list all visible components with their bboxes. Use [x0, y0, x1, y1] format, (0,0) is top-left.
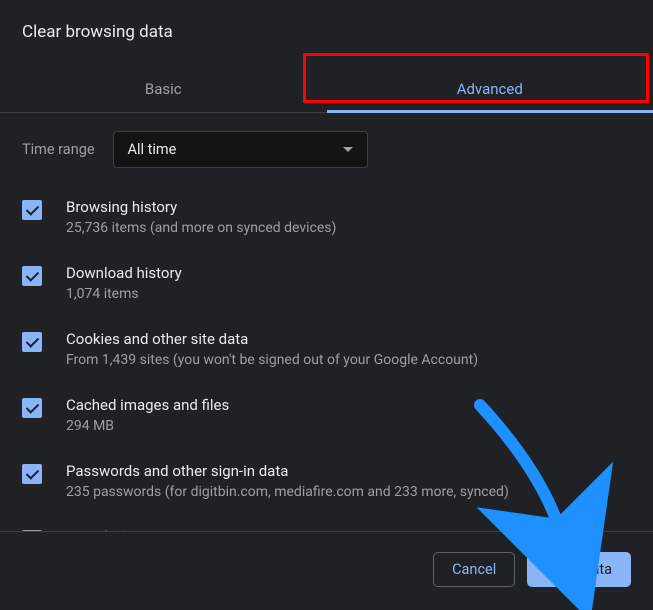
time-range-row: Time range All time [22, 131, 631, 188]
chevron-down-icon [343, 147, 353, 152]
item-title: Cached images and files [66, 396, 229, 414]
list-item: Cached images and files 294 MB [22, 396, 631, 434]
time-range-label: Time range [22, 141, 95, 158]
item-text: Download history 1,074 items [66, 264, 182, 302]
item-desc: 1,074 items [66, 286, 182, 302]
item-title: Cookies and other site data [66, 330, 478, 348]
item-title: Passwords and other sign-in data [66, 462, 509, 480]
list-item: Download history 1,074 items [22, 264, 631, 302]
items-list: Browsing history 25,736 items (and more o… [22, 198, 631, 560]
time-range-select[interactable]: All time [113, 131, 368, 168]
clear-data-button[interactable]: Clear data [527, 552, 631, 587]
item-text: Cookies and other site data From 1,439 si… [66, 330, 478, 368]
item-desc: 235 passwords (for digitbin.com, mediafi… [66, 484, 509, 500]
content: Time range All time Browsing history 25,7… [0, 113, 653, 560]
list-item: Cookies and other site data From 1,439 si… [22, 330, 631, 368]
checkbox[interactable] [22, 200, 42, 220]
item-title: Download history [66, 264, 182, 282]
dialog-title: Clear browsing data [0, 0, 653, 42]
time-range-value: All time [128, 141, 177, 158]
tab-advanced[interactable]: Advanced [327, 66, 653, 112]
item-text: Passwords and other sign-in data 235 pass… [66, 462, 509, 500]
footer: Cancel Clear data [0, 531, 653, 609]
item-desc: 294 MB [66, 418, 229, 434]
item-desc: 25,736 items (and more on synced devices… [66, 220, 336, 236]
checkbox[interactable] [22, 398, 42, 418]
tabs: Basic Advanced [0, 66, 653, 113]
item-title: Browsing history [66, 198, 336, 216]
checkbox[interactable] [22, 332, 42, 352]
item-text: Browsing history 25,736 items (and more o… [66, 198, 336, 236]
item-text: Cached images and files 294 MB [66, 396, 229, 434]
item-desc: From 1,439 sites (you won't be signed ou… [66, 352, 478, 368]
list-item: Browsing history 25,736 items (and more o… [22, 198, 631, 236]
checkbox[interactable] [22, 464, 42, 484]
cancel-button[interactable]: Cancel [433, 552, 515, 587]
checkbox[interactable] [22, 266, 42, 286]
tab-basic[interactable]: Basic [0, 66, 327, 112]
list-item: Passwords and other sign-in data 235 pass… [22, 462, 631, 500]
